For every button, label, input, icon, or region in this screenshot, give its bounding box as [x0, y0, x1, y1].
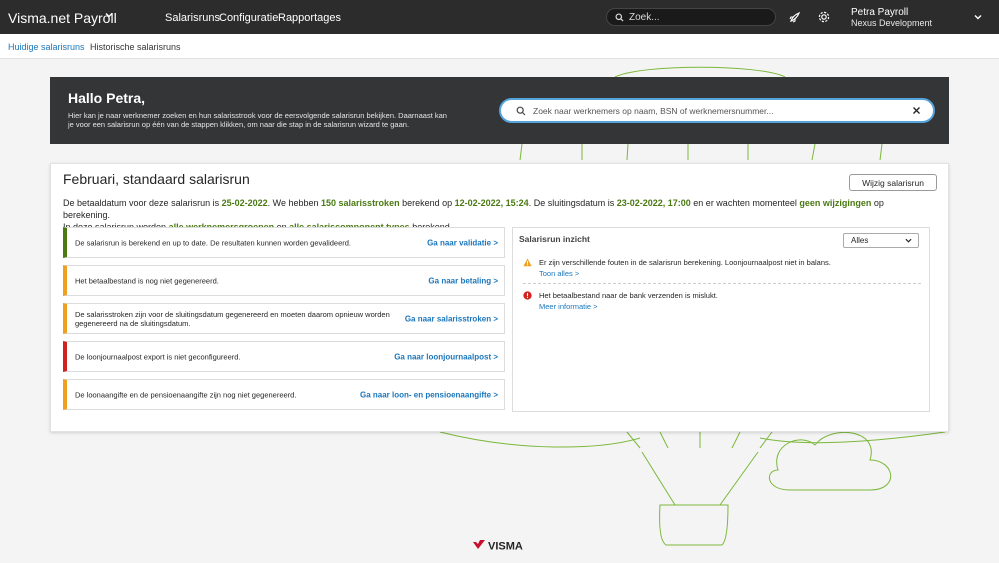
- step-message: De salarisstroken zijn voor de sluitings…: [75, 309, 390, 328]
- goto-journal-link[interactable]: Ga naar loonjournaalpost >: [394, 352, 498, 361]
- company-name: Nexus Development: [851, 18, 933, 28]
- insight-text: Het betaalbestand naar de bank verzenden…: [539, 291, 718, 300]
- employee-search-placeholder: Zoek naar werknemers op naam, BSN of wer…: [533, 106, 774, 116]
- insight-filter-select[interactable]: Alles: [843, 233, 919, 248]
- tab-historic-runs[interactable]: Historische salarisruns: [90, 42, 181, 52]
- svg-text:VISMA: VISMA: [488, 541, 523, 553]
- step-journal: De loonjournaalpost export is niet gecon…: [63, 341, 505, 372]
- error-icon: [523, 291, 532, 300]
- step-payslips: De salarisstroken zijn voor de sluitings…: [63, 303, 505, 334]
- warning-icon: [523, 258, 532, 267]
- closing-date: 23-02-2022, 17:00: [616, 198, 691, 208]
- tab-bar: Huidige salarisruns Historische salarisr…: [0, 34, 999, 59]
- step-validation: De salarisrun is berekend en up to date.…: [63, 227, 505, 258]
- chevron-down-icon: [905, 238, 912, 243]
- top-bar: Visma.net Payroll Salarisruns Configurat…: [0, 0, 999, 34]
- goto-validation-link[interactable]: Ga naar validatie >: [427, 238, 498, 247]
- nav-rapportages[interactable]: Rapportages: [278, 12, 341, 24]
- edit-run-button[interactable]: Wijzig salarisrun: [849, 174, 937, 191]
- app-brand[interactable]: Visma.net Payroll: [8, 10, 117, 26]
- tab-current-runs[interactable]: Huidige salarisruns: [8, 42, 85, 52]
- step-message: De loonaangifte en de pensioenaangifte z…: [75, 390, 297, 399]
- step-message: De salarisrun is berekend en up to date.…: [75, 238, 352, 247]
- run-insight-panel: Salarisrun inzicht Alles Er zijn verschi…: [512, 227, 930, 412]
- goto-payment-link[interactable]: Ga naar betaling >: [428, 276, 498, 285]
- goto-declaration-link[interactable]: Ga naar loon- en pensioenaangifte >: [360, 390, 498, 399]
- salary-run-card: Februari, standaard salarisrun Wijzig sa…: [50, 163, 949, 432]
- chevron-down-icon[interactable]: [973, 12, 983, 22]
- payslip-count: 150 salarisstroken: [321, 198, 400, 208]
- gear-icon[interactable]: [817, 10, 831, 24]
- insight-title: Salarisrun inzicht: [519, 234, 590, 244]
- welcome-banner: Hallo Petra, Hier kan je naar werknemer …: [50, 77, 949, 144]
- chevron-down-icon[interactable]: [104, 10, 114, 20]
- calculated-at: 12-02-2022, 15:24: [454, 198, 529, 208]
- nav-salarisruns[interactable]: Salarisruns: [165, 12, 220, 24]
- close-icon[interactable]: [912, 106, 921, 115]
- pending-changes: geen wijzigingen: [799, 198, 872, 208]
- goto-payslips-link[interactable]: Ga naar salarisstroken >: [405, 314, 498, 323]
- user-name: Petra Payroll: [851, 7, 909, 18]
- step-message: De loonjournaalpost export is niet gecon…: [75, 352, 241, 361]
- pay-date: 25-02-2022: [221, 198, 268, 208]
- visma-logo: VISMA: [473, 540, 523, 553]
- global-search-input[interactable]: Zoek...: [606, 8, 776, 26]
- rocket-icon[interactable]: [788, 10, 802, 24]
- global-search-placeholder: Zoek...: [629, 11, 660, 23]
- employee-search-input[interactable]: Zoek naar werknemers op naam, BSN of wer…: [499, 98, 935, 123]
- run-title: Februari, standaard salarisrun: [63, 171, 250, 187]
- step-payment: Het betaalbestand is nog niet gegenereer…: [63, 265, 505, 296]
- search-icon: [615, 12, 624, 22]
- nav-configuratie[interactable]: Configuratie: [219, 12, 278, 24]
- step-message: Het betaalbestand is nog niet gegenereer…: [75, 276, 219, 285]
- more-info-link[interactable]: Meer informatie >: [539, 302, 598, 311]
- search-icon: [516, 106, 526, 116]
- step-declaration: De loonaangifte en de pensioenaangifte z…: [63, 379, 505, 410]
- user-menu[interactable]: Petra Payroll Nexus Development: [851, 7, 932, 29]
- intro-text: Hier kan je naar werknemer zoeken en hun…: [68, 111, 447, 129]
- divider: [523, 283, 921, 284]
- greeting: Hallo Petra,: [68, 90, 146, 106]
- insight-text: Er zijn verschillende fouten in de salar…: [539, 258, 831, 267]
- show-all-link[interactable]: Toon alles >: [539, 269, 579, 278]
